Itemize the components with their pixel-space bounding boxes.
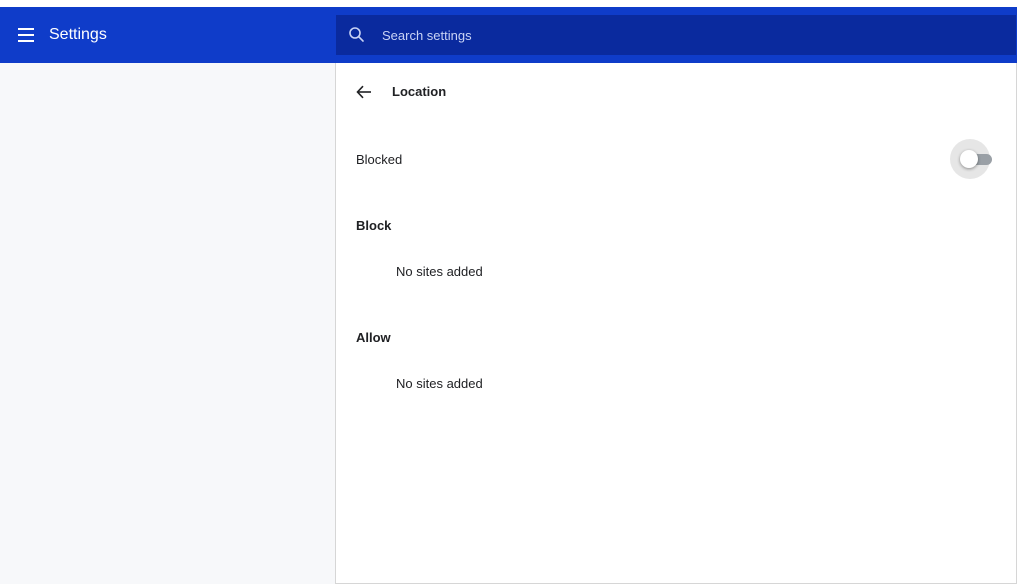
main-content: Location Blocked Block No sites added Al…	[336, 63, 1016, 583]
search-input[interactable]	[382, 25, 982, 45]
search-icon	[349, 27, 364, 42]
hamburger-menu-icon	[18, 28, 34, 42]
search-box[interactable]	[336, 15, 1016, 55]
top-strip	[0, 0, 1017, 7]
block-section-title: Block	[356, 218, 392, 233]
block-empty-text: No sites added	[396, 264, 483, 279]
allow-empty-text: No sites added	[396, 376, 483, 391]
page-title: Location	[392, 84, 447, 99]
toolbar: Settings	[0, 7, 1017, 63]
blocked-toggle-label: Blocked	[356, 152, 403, 167]
allow-section-title: Allow	[356, 330, 391, 345]
main-menu-button[interactable]	[14, 23, 40, 47]
blocked-toggle[interactable]	[950, 139, 992, 179]
back-arrow-icon	[356, 85, 371, 99]
back-button[interactable]	[354, 82, 374, 102]
sidebar	[0, 63, 335, 584]
app-title: Settings	[49, 26, 107, 43]
toggle-knob	[960, 150, 978, 168]
